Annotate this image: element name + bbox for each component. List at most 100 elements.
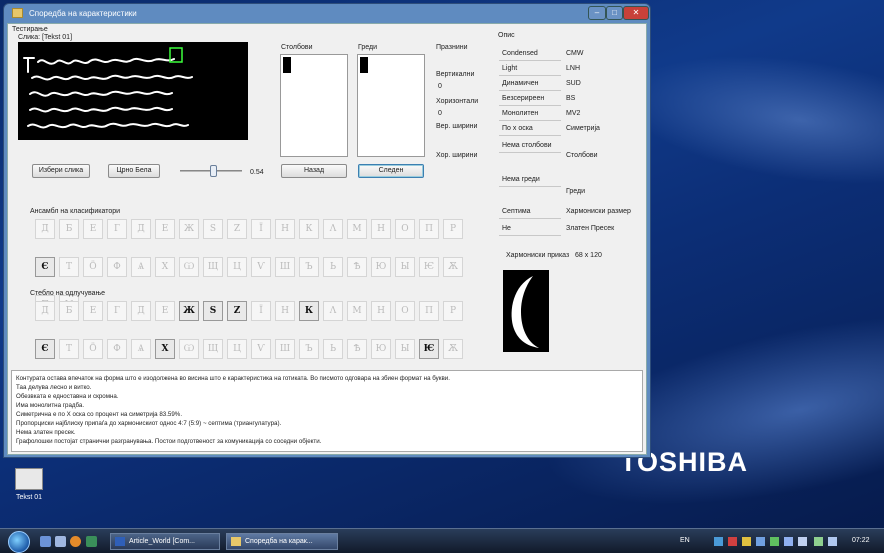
glyph-cell[interactable]: Ѡ [179,257,199,277]
glyph-cell[interactable]: Н [275,301,295,321]
switch-windows-icon[interactable] [55,536,66,547]
glyph-cell[interactable]: Ї [251,301,271,321]
glyph-cell[interactable]: Ѡ [179,339,199,359]
tray-icon-security[interactable] [798,537,807,546]
firefox-icon[interactable] [70,536,81,547]
glyph-cell[interactable]: Ї [251,219,271,239]
glyph-cell[interactable]: Λ [323,301,343,321]
glyph-cell[interactable]: Ъ [299,257,319,277]
glyph-cell[interactable]: Ѥ [419,257,439,277]
glyph-cell[interactable]: Ш [275,257,295,277]
tray-icon-update[interactable] [784,537,793,546]
glyph-cell[interactable]: Н [371,301,391,321]
glyph-cell[interactable]: М [347,219,367,239]
taskbar-button-sporedba[interactable]: Споредба на карак... [226,533,338,550]
glyph-cell[interactable]: Г [107,301,127,321]
glyph-cell[interactable]: О [395,219,415,239]
glyph-cell[interactable]: Б [59,219,79,239]
tray-icon-battery[interactable] [742,537,751,546]
glyph-cell[interactable]: Щ [203,339,223,359]
glyph-cell[interactable]: Ζ [227,219,247,239]
tray-icon-shield[interactable] [714,537,723,546]
glyph-cell[interactable]: Ы [395,339,415,359]
glyph-cell[interactable]: Ф [107,339,127,359]
glyph-cell[interactable]: Г [107,219,127,239]
tray-icon-sound[interactable] [828,537,837,546]
glyph-cell[interactable]: Ρ [443,301,463,321]
glyph-cell[interactable]: Ь [323,257,343,277]
glyph-cell[interactable]: К [299,301,319,321]
media-icon[interactable] [86,536,97,547]
glyph-cell[interactable]: Ѫ [443,257,463,277]
back-button[interactable]: Назад [281,164,347,178]
glyph-cell[interactable]: Λ [323,219,343,239]
glyph-cell[interactable]: Ӧ [83,257,103,277]
taskbar-button-article-world[interactable]: Article_World [Com... [110,533,220,550]
glyph-cell[interactable]: Ю [371,339,391,359]
glyph-cell[interactable]: П [419,301,439,321]
glyph-cell[interactable]: Е [83,301,103,321]
glyph-cell[interactable]: Т [59,257,79,277]
glyph-cell[interactable]: Ж [179,219,199,239]
next-button[interactable]: Следен [358,164,424,178]
slider-thumb[interactable] [210,165,217,177]
glyph-cell[interactable]: Ѣ [347,339,367,359]
glyph-cell[interactable]: Е [155,219,175,239]
glyph-cell[interactable]: Ѕ [203,219,223,239]
glyph-cell[interactable]: П [419,219,439,239]
glyph-cell[interactable]: Ѕ [203,301,223,321]
glyph-cell[interactable]: Н [371,219,391,239]
glyph-cell[interactable]: Д [131,219,151,239]
glyph-cell[interactable]: Ζ [227,301,247,321]
glyph-cell[interactable]: О [395,301,415,321]
glyph-cell[interactable]: Д [35,301,55,321]
tray-icon-wireless[interactable] [770,537,779,546]
clock[interactable]: 07:22 [852,537,870,544]
tray-icon-usb[interactable] [814,537,823,546]
glyph-cell[interactable]: Д [35,219,55,239]
maximize-button[interactable]: □ [606,6,623,20]
glyph-cell[interactable]: Т [59,339,79,359]
tray-icon-network[interactable] [728,537,737,546]
glyph-cell[interactable]: Ъ [299,339,319,359]
language-indicator[interactable]: EN [680,537,690,544]
tray-icon-volume[interactable] [756,537,765,546]
glyph-cell[interactable]: М [347,301,367,321]
glyph-cell[interactable]: Ρ [443,219,463,239]
glyph-cell[interactable]: Ӧ [83,339,103,359]
desktop-icon-tekst01[interactable]: Tekst 01 [12,468,46,510]
glyph-cell[interactable]: Є [35,257,55,277]
black-white-button[interactable]: Црно Бела [108,164,160,178]
glyph-cell[interactable]: Χ [155,257,175,277]
start-button[interactable] [8,531,30,553]
glyph-cell[interactable]: Ю [371,257,391,277]
glyph-cell[interactable]: Ш [275,339,295,359]
glyph-cell[interactable]: Ц [227,339,247,359]
glyph-cell[interactable]: Ѵ [251,339,271,359]
glyph-cell[interactable]: Е [155,301,175,321]
glyph-cell[interactable]: Ѫ [443,339,463,359]
glyph-cell[interactable]: Ж [179,301,199,321]
glyph-cell[interactable]: Б [59,301,79,321]
threshold-slider[interactable] [180,165,242,177]
minimize-button[interactable]: – [588,6,606,20]
glyph-cell[interactable]: Ѧ [131,339,151,359]
glyph-cell[interactable]: Ы [395,257,415,277]
glyph-cell[interactable]: Ѣ [347,257,367,277]
glyph-cell[interactable]: Ѵ [251,257,271,277]
glyph-cell[interactable]: Є [35,339,55,359]
glyph-cell[interactable]: Д [131,301,151,321]
glyph-cell[interactable]: Е [83,219,103,239]
close-button[interactable]: ✕ [623,6,649,20]
choose-image-button[interactable]: Избери слика [32,164,90,178]
glyph-cell[interactable]: К [299,219,319,239]
glyph-cell[interactable]: Ѧ [131,257,151,277]
glyph-cell[interactable]: Н [275,219,295,239]
glyph-cell[interactable]: Щ [203,257,223,277]
glyph-cell[interactable]: Ц [227,257,247,277]
glyph-cell[interactable]: Ѥ [419,339,439,359]
glyph-cell[interactable]: Ф [107,257,127,277]
glyph-cell[interactable]: Ь [323,339,343,359]
glyph-cell[interactable]: Χ [155,339,175,359]
description-text-area[interactable]: Контурата остава впечаток на форма што е… [11,370,643,452]
